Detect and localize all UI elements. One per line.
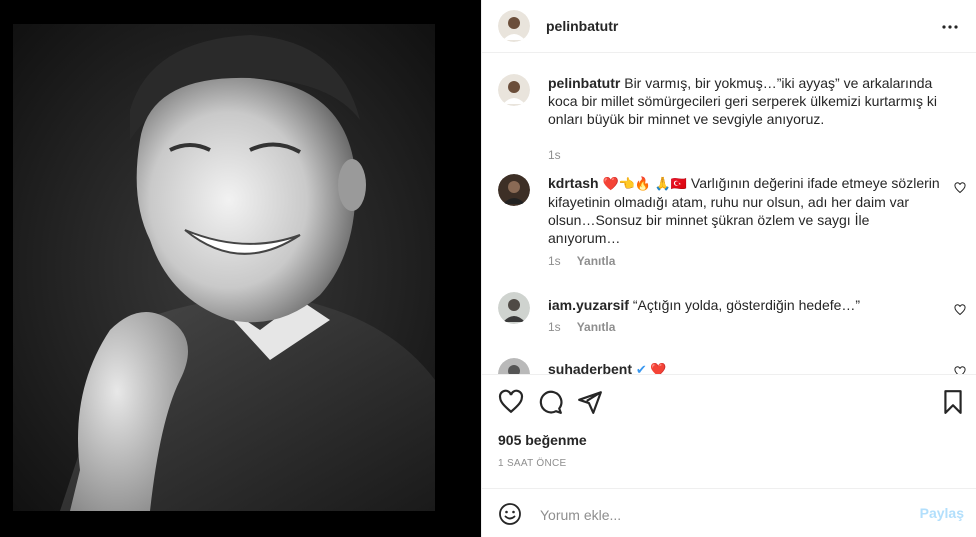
- like-comment-heart-icon[interactable]: [954, 366, 966, 374]
- comments-list[interactable]: pelinbatutr Bir varmış, bir yokmuş…”iki …: [482, 54, 976, 374]
- commenter-avatar[interactable]: [498, 292, 530, 324]
- heart-icon[interactable]: [498, 389, 524, 415]
- add-comment-bar: Paylaş: [482, 488, 976, 537]
- reply-button[interactable]: Yanıtla: [577, 320, 616, 334]
- comment-username[interactable]: suhaderbent: [548, 361, 632, 374]
- portrait-photo: [0, 0, 481, 537]
- comment-text: kdrtash ❤️👈🔥 🙏🇹🇷 Varlığının değerini ifa…: [548, 174, 943, 247]
- comment-text: iam.yuzarsif “Açtığın yolda, gösterdiğin…: [548, 296, 943, 314]
- commenter-avatar[interactable]: [498, 174, 530, 206]
- author-username[interactable]: pelinbatutr: [546, 18, 618, 34]
- caption-time[interactable]: 1s: [548, 148, 561, 162]
- caption-text: pelinbatutr Bir varmış, bir yokmuş…”iki …: [548, 74, 943, 128]
- comment-item: kdrtash ❤️👈🔥 🙏🇹🇷 Varlığının değerini ifa…: [482, 174, 976, 274]
- comment-item: iam.yuzarsif “Açtığın yolda, gösterdiğin…: [482, 292, 976, 342]
- comment-time[interactable]: 1s: [548, 320, 561, 334]
- comment-emojis: ✔ ❤️: [635, 362, 667, 374]
- bookmark-icon[interactable]: [940, 389, 966, 415]
- comment-item: suhaderbent ✔ ❤️: [482, 358, 976, 374]
- comment-emojis: ❤️👈🔥 🙏🇹🇷: [602, 176, 688, 191]
- post-comment-button[interactable]: Paylaş: [920, 505, 964, 521]
- post-side-panel: pelinbatutr pelinbatutr Bir varmış, bir …: [481, 0, 976, 537]
- post-photo[interactable]: [0, 0, 481, 537]
- comment-text: suhaderbent ✔ ❤️: [548, 360, 943, 374]
- caption-avatar[interactable]: [498, 74, 530, 106]
- more-horizontal-icon[interactable]: [938, 15, 962, 39]
- comment-time[interactable]: 1s: [548, 254, 561, 268]
- commenter-avatar[interactable]: [498, 358, 530, 374]
- author-avatar[interactable]: [498, 10, 530, 42]
- comment-username[interactable]: iam.yuzarsif: [548, 297, 629, 313]
- reply-button[interactable]: Yanıtla: [577, 254, 616, 268]
- caption-meta: 1s: [548, 148, 561, 162]
- caption-username[interactable]: pelinbatutr: [548, 75, 620, 91]
- comment-input[interactable]: [538, 502, 882, 528]
- comment-meta: 1s Yanıtla: [548, 320, 615, 334]
- comment-body: “Açtığın yolda, gösterdiğin hedefe…”: [632, 297, 861, 313]
- comment-username[interactable]: kdrtash: [548, 175, 599, 191]
- comment-icon[interactable]: [537, 389, 563, 415]
- post-caption: pelinbatutr Bir varmış, bir yokmuş…”iki …: [482, 68, 976, 162]
- emoji-icon[interactable]: [498, 502, 522, 526]
- like-comment-heart-icon[interactable]: [954, 304, 966, 316]
- like-comment-heart-icon[interactable]: [954, 182, 966, 194]
- post-actions: 905 beğenme 1 SAAT ÖNCE: [482, 374, 976, 488]
- post-header: pelinbatutr: [482, 0, 976, 53]
- share-icon[interactable]: [577, 389, 603, 415]
- comment-meta: 1s Yanıtla: [548, 254, 615, 268]
- likes-count[interactable]: 905 beğenme: [498, 432, 587, 448]
- post-time[interactable]: 1 SAAT ÖNCE: [498, 458, 567, 469]
